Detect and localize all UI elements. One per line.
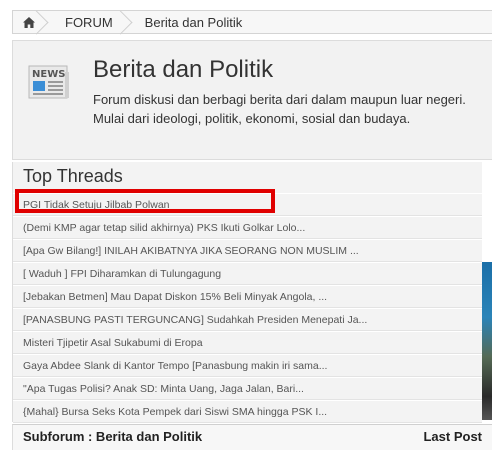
thread-link[interactable]: [Jebakan Betmen] Mau Dapat Diskon 15% Be… (13, 285, 482, 308)
thread-link[interactable]: [PANASBUNG PASTI TERGUNCANG] Sudahkah Pr… (13, 308, 482, 331)
thread-link[interactable]: (Demi KMP agar tetap silid akhirnya) PKS… (13, 216, 482, 239)
breadcrumb: FORUM Berita dan Politik (12, 10, 492, 34)
thread-link[interactable]: Gaya Abdee Slank di Kantor Tempo [Panasb… (13, 354, 482, 377)
page-title: Berita dan Politik (93, 56, 274, 83)
thread-link[interactable]: [Apa Gw Bilang!] INILAH AKIBATNYA JIKA S… (13, 239, 482, 262)
top-threads-panel: Top Threads PGI Tidak Setuju Jilbab Polw… (12, 162, 482, 423)
subforum-title: Subforum : Berita dan Politik (23, 429, 203, 444)
breadcrumb-current: Berita dan Politik (144, 14, 243, 30)
breadcrumb-forum[interactable]: FORUM (45, 11, 129, 33)
top-threads-title: Top Threads (23, 166, 123, 186)
news-icon: NEWS (28, 65, 69, 99)
side-banner-image[interactable] (482, 262, 492, 420)
thread-link[interactable]: Misteri Tjipetir Asal Sukabumi di Eropa (13, 331, 482, 354)
news-icon-label: NEWS (32, 69, 65, 80)
forum-header: NEWS Berita dan Politik Forum diskusi da… (12, 40, 492, 160)
thread-link[interactable]: PGI Tidak Setuju Jilbab Polwan (13, 193, 482, 216)
thread-list: PGI Tidak Setuju Jilbab Polwan (Demi KMP… (13, 193, 482, 423)
subforum-header: Subforum : Berita dan Politik Last Post (12, 424, 492, 450)
home-icon (23, 16, 35, 28)
breadcrumb-home[interactable] (13, 11, 45, 33)
thread-link[interactable]: [ Waduh ] FPI Diharamkan di Tulungagung (13, 262, 482, 285)
last-post-header: Last Post (423, 429, 482, 444)
forum-description: Forum diskusi dan berbagi berita dari da… (93, 92, 466, 126)
thread-link[interactable]: {Mahal} Bursa Seks Kota Pempek dari Sisw… (13, 400, 482, 423)
thread-link[interactable]: "Apa Tugas Polisi? Anak SD: Minta Uang, … (13, 377, 482, 400)
